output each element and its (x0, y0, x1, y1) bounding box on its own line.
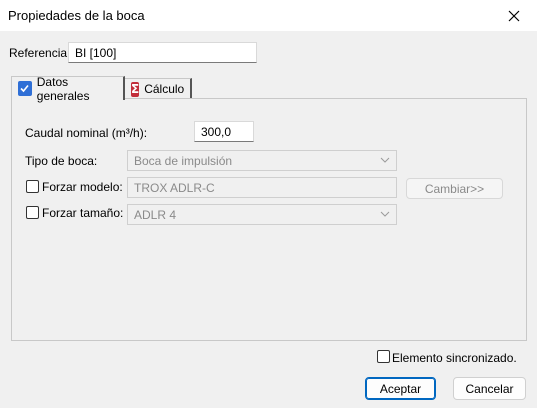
accept-button[interactable]: Aceptar (365, 377, 436, 400)
tab-calculo[interactable]: Σ Cálculo (124, 78, 192, 99)
close-button[interactable] (491, 0, 537, 31)
window-title: Propiedades de la boca (8, 8, 145, 23)
caudal-input[interactable]: 300,0 (194, 121, 254, 142)
tab-datos-generales[interactable]: Datos generales (11, 74, 125, 103)
forzar-modelo-checkbox[interactable] (26, 180, 39, 193)
reference-label: Referencia: (9, 46, 71, 60)
sync-checkbox[interactable] (377, 350, 390, 363)
tamano-select[interactable]: ADLR 4 (127, 204, 397, 225)
title-bar: Propiedades de la boca (0, 0, 537, 31)
tipo-boca-label: Tipo de boca: (25, 154, 98, 168)
reference-input[interactable]: BI [100] (68, 42, 257, 63)
checkbox-icon (18, 81, 32, 96)
forzar-tamano-label: Forzar tamaño: (42, 206, 124, 220)
chevron-down-icon (380, 211, 390, 217)
tab-label: Datos generales (36, 74, 90, 103)
cancel-button[interactable]: Cancelar (453, 377, 526, 400)
forzar-modelo-label: Forzar modelo: (42, 180, 123, 194)
sigma-icon: Σ (131, 81, 140, 97)
modelo-field[interactable]: TROX ADLR-C (127, 177, 397, 198)
cambiar-button[interactable]: Cambiar>> (406, 178, 503, 199)
forzar-tamano-checkbox[interactable] (26, 206, 39, 219)
tipo-boca-select[interactable]: Boca de impulsión (127, 150, 397, 171)
tab-label: Cálculo (144, 82, 185, 96)
sync-label: Elemento sincronizado. (392, 351, 517, 365)
close-icon (508, 10, 520, 21)
caudal-label: Caudal nominal (m³/h): (25, 126, 148, 140)
chevron-down-icon (380, 157, 390, 163)
tipo-boca-value: Boca de impulsión (134, 154, 233, 168)
tamano-value: ADLR 4 (134, 208, 177, 222)
